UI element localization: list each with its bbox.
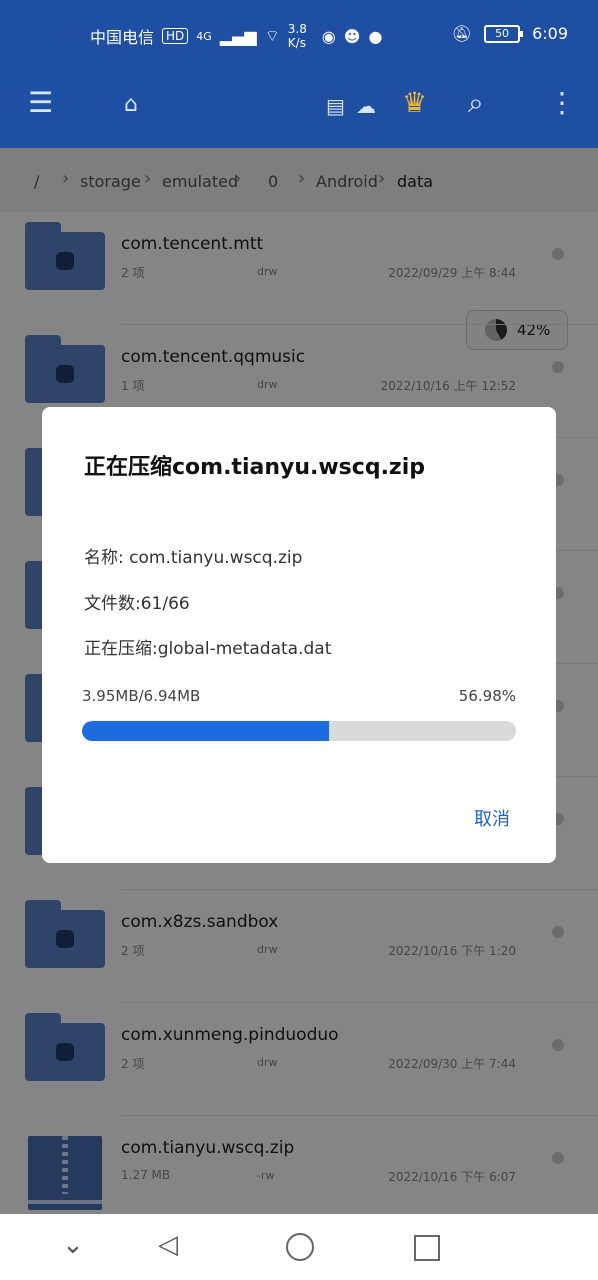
dialog-title: 正在压缩com.tianyu.wscq.zip (84, 455, 426, 480)
qq-icon: ☻ (343, 26, 361, 46)
back-icon[interactable]: ◁ (158, 1230, 178, 1260)
carrier-label: 中国电信 (90, 28, 155, 47)
crown-icon[interactable]: ♛ (402, 86, 427, 119)
signal-icon: ▂▄▆ (219, 26, 257, 46)
network-type: 4G (196, 29, 212, 43)
menu-icon[interactable]: ☰ (28, 86, 53, 119)
battery-level: 50 (495, 26, 510, 40)
battery-icon: 50 (484, 24, 524, 43)
current-file-line: 正在压缩:global-metadata.dat (84, 639, 332, 659)
recents-icon[interactable] (414, 1235, 440, 1261)
status-bar: 中国电信 HD 4G ▂▄▆ ⌔ 3.8 K/s ◉ ☻ ● 🔕︎ 50 6:0… (0, 0, 598, 70)
more-icon[interactable]: ⋮ (548, 86, 576, 119)
cancel-button[interactable]: 取消 (474, 805, 510, 831)
hd-badge: HD (162, 28, 189, 44)
wifi-icon: ⌔ (264, 26, 280, 45)
home-icon[interactable]: ⌂ (124, 92, 138, 117)
progress-bar (82, 721, 516, 741)
home-nav-icon[interactable] (286, 1233, 314, 1261)
progress-fill (82, 721, 330, 741)
clock: 6:09 (532, 24, 568, 43)
chat-icon[interactable]: ▤ (326, 94, 345, 118)
speed-label: 3.8 K/s (287, 22, 307, 50)
size-progress-label: 3.95MB/6.94MB (82, 687, 201, 705)
browser-icon: ◉ (321, 26, 336, 46)
percent-label: 56.98% (458, 687, 516, 705)
app-notif-icon: ● (368, 26, 383, 46)
app-toolbar: ☰ ⌂ 本地 ✕ ▤ ☁ ♛ ⌕ ⋮ (0, 70, 598, 194)
chevron-down-icon[interactable]: ⌄ (62, 1230, 84, 1260)
search-icon[interactable]: ⌕ (468, 86, 484, 120)
compress-dialog: 正在压缩com.tianyu.wscq.zip 名称: com.tianyu.w… (42, 407, 556, 863)
file-count-line: 文件数:61/66 (84, 594, 190, 614)
mute-icon: 🔕︎ (451, 24, 473, 43)
cloud-icon[interactable]: ☁ (356, 94, 376, 118)
archive-name-line: 名称: com.tianyu.wscq.zip (84, 548, 303, 568)
